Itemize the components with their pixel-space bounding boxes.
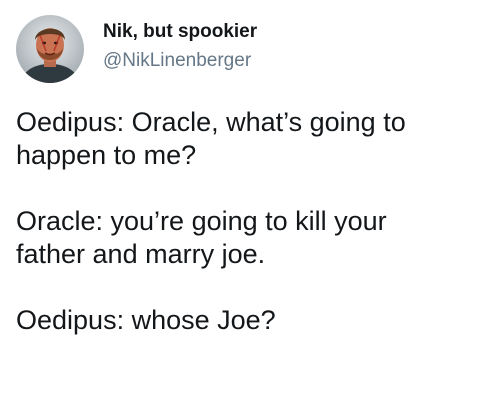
tweet-line: Oedipus: whose Joe?	[16, 305, 276, 335]
tweet-card: Nik, but spookier @NikLinenberger Oedipu…	[0, 0, 500, 402]
display-name[interactable]: Nik, but spookier	[103, 20, 257, 44]
user-handle[interactable]: @NikLinenberger	[103, 49, 257, 73]
author-names: Nik, but spookier @NikLinenberger	[103, 20, 257, 73]
tweet-text: Oedipus: Oracle, what’s going to happen …	[16, 106, 492, 337]
profile-photo-icon	[16, 15, 84, 83]
tweet-line: Oedipus: Oracle, what’s going to	[16, 107, 406, 137]
tweet-header: Nik, but spookier @NikLinenberger	[16, 15, 257, 85]
tweet-line: happen to me?	[16, 140, 197, 170]
tweet-line: father and marry joe.	[16, 239, 266, 269]
avatar[interactable]	[16, 15, 84, 83]
tweet-line: Oracle: you’re going to kill your	[16, 206, 387, 236]
